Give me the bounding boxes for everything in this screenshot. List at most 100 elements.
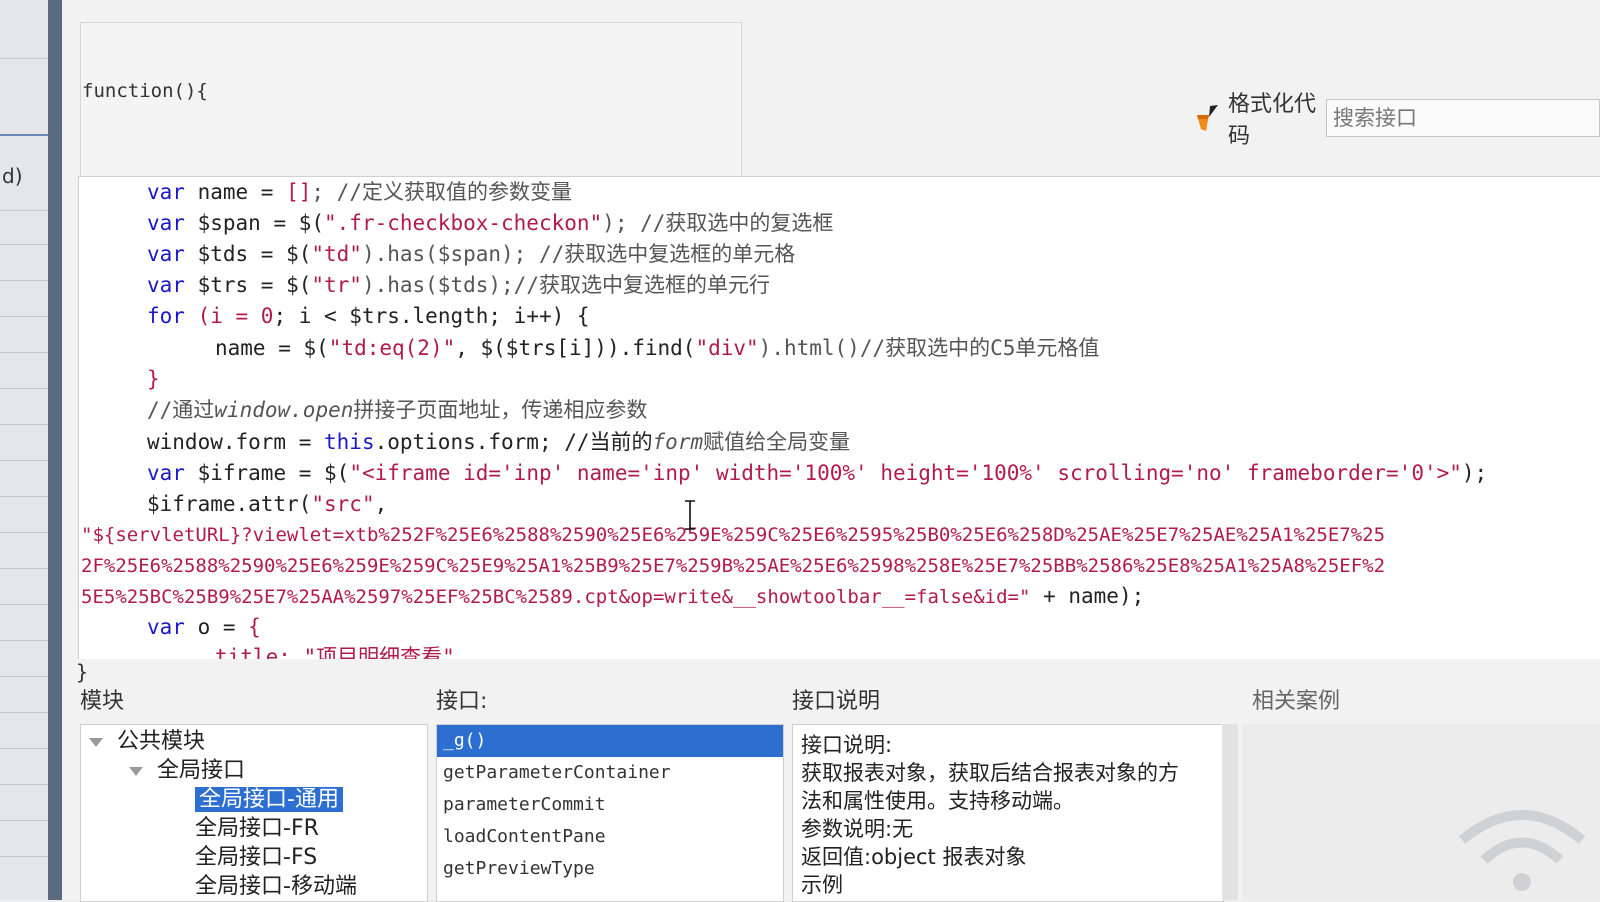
code-token: 赋值给全局变量 [703, 430, 851, 454]
code-line: window.form = this.options.form; //当前的fo… [147, 427, 850, 457]
code-token: this [324, 430, 375, 454]
code-token: var [147, 615, 185, 639]
description-line: 返回值:object 报表对象 [801, 845, 1027, 869]
code-token: 5E5%25BC%25B9%25E7%25AA%2597%25EF%25BC%2… [81, 586, 1031, 608]
code-line: title: "项目明细查看" [215, 642, 455, 659]
code-token: name = [184, 180, 287, 204]
expand-triangle-icon[interactable] [129, 766, 143, 776]
sheet-cell [0, 316, 48, 353]
code-editor[interactable]: var name = []; //定义获取值的参数变量 var $span = $… [78, 176, 1600, 659]
code-token: ).has($span); //获取选中复选框的单元格 [361, 242, 796, 266]
code-token: ; i < $trs.length; i++) { [273, 304, 590, 328]
sheet-cell [0, 496, 48, 533]
format-code-button[interactable]: 格式化代码 [1228, 86, 1318, 150]
code-line: name = $("td:eq(2)", $($trs[i])).find("d… [215, 333, 1099, 363]
tree-item-label: 全局接口-FS [195, 845, 318, 870]
header-box [80, 22, 742, 184]
search-api-input[interactable] [1326, 99, 1600, 137]
code-token: window.form = [147, 430, 325, 454]
code-line: var $span = $(".fr-checkbox-checkon"); /… [147, 208, 833, 238]
description-line: 接口说明: [801, 733, 893, 757]
sheet-cell [0, 0, 48, 59]
sheet-cell [0, 820, 48, 857]
code-line: $iframe.attr("src", [147, 489, 387, 519]
code-token: 2F%25E6%2588%2590%25E6%259E%259C%25E9%25… [81, 555, 1386, 577]
code-token: (i = [184, 304, 261, 328]
tree-item[interactable]: 全局接口 [129, 756, 245, 786]
api-list: _g() getParameterContainer parameterCommit… [436, 724, 784, 902]
window-border [48, 0, 62, 900]
sheet-cell [0, 532, 48, 569]
sheet-cell [0, 460, 48, 497]
tree-item-label: 全局接口 [157, 758, 246, 783]
description-scrollbar[interactable] [1222, 724, 1238, 900]
code-token: } [147, 367, 160, 391]
code-token: "td:eq(2)" [328, 336, 456, 360]
api-item[interactable]: _g() [437, 725, 783, 757]
api-item[interactable]: parameterCommit [437, 789, 783, 821]
code-token: 0 [260, 304, 274, 328]
code-token: ); //获取选中的复选框 [602, 211, 834, 235]
api-description: 接口说明: 获取报表对象，获取后结合报表对象的方 法和属性使用。支持移动端。 参数说明… [792, 724, 1224, 902]
related-cases-header: 相关案例 [1252, 689, 1341, 714]
left-sheet-strip: d) [0, 0, 49, 900]
code-line: var $iframe = $("<iframe id='inp' name='… [147, 458, 1487, 488]
function-close: } [76, 660, 89, 684]
tree-item[interactable]: 全局接口-FR [195, 814, 319, 844]
tree-item-label: 全局接口-FR [195, 816, 319, 841]
sheet-cell [0, 424, 48, 461]
code-token: ".fr-checkbox-checkon" [324, 211, 603, 235]
sheet-cell [0, 244, 48, 281]
description-line: 获取报表对象，获取后结合报表对象的方 [801, 761, 1179, 785]
tree-item-label: 全局接口-通用 [195, 787, 343, 812]
sheet-cell [0, 568, 48, 605]
sheet-cell [0, 712, 48, 749]
api-item[interactable]: loadContentPane [437, 821, 783, 853]
sheet-cell [0, 58, 48, 135]
module-header: 模块 [80, 689, 125, 714]
format-toolbar: 格式化代码 [1192, 92, 1600, 149]
tree-item[interactable]: 公共模块 [89, 727, 205, 757]
code-token: "<iframe id='inp' name='inp' width='100%… [349, 461, 1462, 485]
code-token: var [147, 180, 185, 204]
code-token: "src" [311, 492, 375, 516]
sheet-cell [0, 676, 48, 713]
code-token: var [147, 461, 185, 485]
code-token: ).html()//获取选中的C5单元格值 [758, 336, 1100, 360]
code-line: 5E5%25BC%25B9%25E7%25AA%2597%25EF%25BC%2… [81, 581, 1144, 612]
description-line: 法和属性使用。支持移动端。 [801, 789, 1074, 813]
code-token: "td" [311, 242, 362, 266]
code-token: , [374, 492, 388, 516]
broom-icon[interactable] [1192, 103, 1222, 133]
js-editor-dialog: function(){ 格式化代码 var name = []; //定义获取值… [62, 0, 1600, 902]
function-open: function(){ [82, 80, 208, 102]
tree-item[interactable]: 全局接口-通用 [195, 785, 343, 815]
code-token: "div" [695, 336, 759, 360]
sheet-cell [0, 388, 48, 425]
wifi-icon [1458, 810, 1586, 891]
sheet-cell [0, 604, 48, 641]
expand-triangle-icon[interactable] [89, 737, 103, 747]
tree-item[interactable]: 全局接口-FS [195, 843, 317, 873]
tree-item[interactable]: 全局接口-移动端 [195, 872, 357, 901]
code-line: for (i = 0; i < $trs.length; i++) { [147, 301, 590, 331]
tree-item-label: 公共模块 [117, 729, 206, 754]
code-token: var [147, 211, 185, 235]
code-line: //通过window.open拼接子页面地址，传递相应参数 [147, 395, 647, 425]
code-token: "${servletURL}?viewlet=xtb%252F%25E6%258… [81, 524, 1386, 546]
api-item[interactable]: getParameterContainer [437, 757, 783, 789]
code-token: + name); [1030, 584, 1145, 608]
sheet-cell [0, 208, 48, 245]
api-item[interactable]: getPreviewType [437, 853, 783, 885]
code-token: $trs = $( [184, 273, 312, 297]
code-token: o = [184, 615, 249, 639]
code-token: window.open [214, 398, 354, 422]
code-line: var $trs = $("tr").has($tds);//获取选中复选框的单… [147, 270, 770, 300]
partial-text: d) [2, 164, 23, 188]
sheet-cell [0, 640, 48, 677]
code-token: ); [1461, 461, 1488, 485]
code-line: var $tds = $("td").has($span); //获取选中复选框… [147, 239, 795, 269]
code-token: $iframe.attr( [147, 492, 312, 516]
code-line: 2F%25E6%2588%2590%25E6%259E%259C%25E9%25… [81, 550, 1385, 581]
code-token: for [147, 304, 185, 328]
